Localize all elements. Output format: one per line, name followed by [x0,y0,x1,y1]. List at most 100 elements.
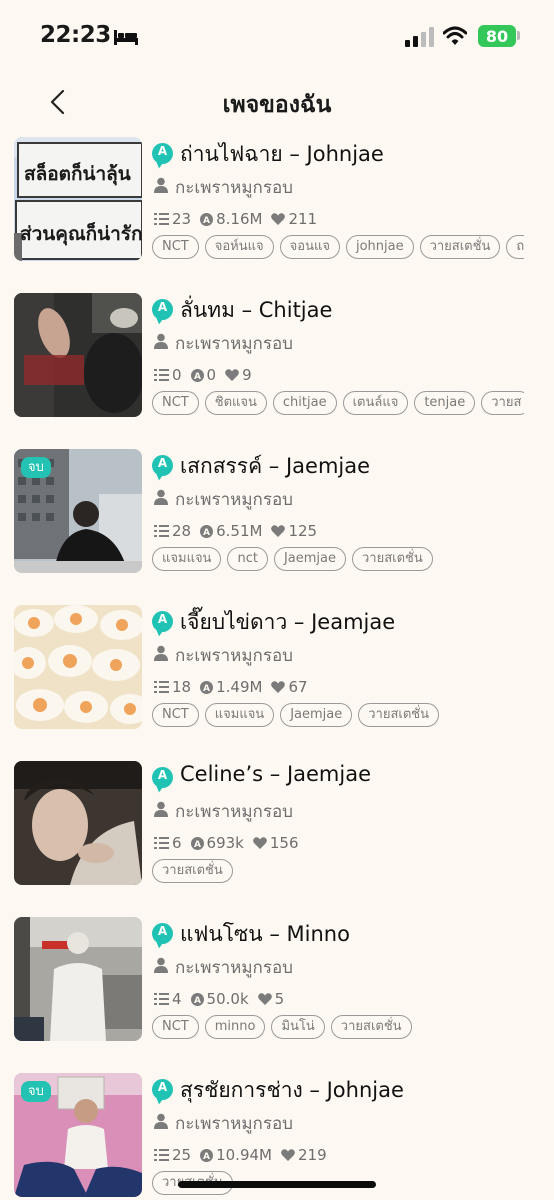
svg-text:A: A [194,840,201,850]
author-name[interactable]: กะเพราหมูกรอบ [175,174,293,201]
person-icon [154,177,168,193]
svg-text:A: A [203,528,210,538]
battery-icon: 80 [478,25,516,47]
story-stats: 25 A 10.94M 219 [154,1145,336,1165]
tag-chip[interactable]: มินโน่ [271,1015,325,1039]
tag-chip[interactable]: chitjae [272,391,337,415]
tag-list: NCT ชิตแจน chitjae เตนล์แจ tenjae วายส [152,391,524,417]
tag-chip[interactable]: ถ [506,235,524,259]
story-title: เสกสรรค์ – Jaemjae [180,454,371,478]
story-title: Celine’s – Jaemjae [180,762,372,786]
like-count: 67 [288,678,308,696]
author-name[interactable]: กะเพราหมูกรอบ [175,486,293,513]
tag-chip[interactable]: วายสเตชั่น [351,547,433,571]
view-count: 10.94M [216,1146,272,1164]
heart-icon [252,837,267,849]
a-badge-icon: A [152,143,173,164]
tag-chip[interactable]: วายสเตชั่น [152,859,233,883]
author-name[interactable]: กะเพราหมูกรอบ [175,798,293,825]
a-badge-icon: A [152,1079,173,1100]
view-count: 6.51M [216,522,263,540]
list-icon [154,837,169,849]
person-icon [154,1113,168,1129]
tag-list: วายสเตชั่น [152,859,524,885]
view-count: 0 [206,366,217,384]
author-name[interactable]: กะเพราหมูกรอบ [175,1110,293,1137]
svg-text:A: A [203,1152,210,1162]
cover-image [14,761,142,885]
tag-chip[interactable]: NCT [152,703,199,727]
tag-list: แจมแจน nct Jaemjae วายสเตชั่น [152,547,524,573]
tag-chip[interactable]: tenjae [414,391,476,415]
story-item[interactable]: สล็อตก็น่าลุ้น ส่วนคุณก็น่ารัก A ถ่านไฟฉ… [0,137,554,267]
author-name[interactable]: กะเพราหมูกรอบ [175,642,293,669]
tag-chip[interactable]: จอนแจ [279,235,340,259]
svg-text:A: A [194,372,201,382]
tag-chip[interactable]: เตนล์แจ [342,391,409,415]
cover-image: จบ [14,449,142,573]
story-stats: 28 A 6.51M 125 [154,521,326,541]
story-stats: 18 A 1.49M 67 [154,677,317,697]
tag-chip[interactable]: Jaemjae [273,547,346,571]
a-circle-icon: A [190,992,204,1006]
list-icon [154,993,169,1005]
heart-icon [271,525,286,537]
tag-chip[interactable]: วายสเตชั่น [358,703,439,727]
story-item[interactable]: A ลั่นทม – Chitjae กะเพราหมูกรอบ 0 A 0 9… [0,293,554,423]
tag-chip[interactable]: NCT [152,391,199,415]
cover-text-line-2: ส่วนคุณก็น่ารัก [20,221,142,246]
tag-chip[interactable]: johnjae [345,235,414,259]
tag-chip[interactable]: แจมแจน [152,547,222,571]
list-icon [154,213,169,225]
wifi-icon [443,26,467,45]
cover-text-line-1: สล็อตก็น่าลุ้น [24,161,131,186]
tag-chip[interactable]: minno [204,1015,266,1039]
tag-chip[interactable]: nct [227,547,268,571]
a-badge-icon: A [152,611,173,632]
person-icon [154,957,168,973]
story-stats: 0 A 0 9 [154,365,261,385]
tag-list: NCT แจมแจน Jaemjae วายสเตชั่น [152,703,524,729]
battery-cap [517,31,520,40]
heart-icon [257,993,272,1005]
status-bar: 22:23 80 [0,0,554,70]
tag-chip[interactable]: NCT [152,235,199,259]
home-indicator[interactable] [178,1181,376,1188]
tag-chip[interactable]: NCT [152,1015,199,1039]
like-count: 219 [297,1146,327,1164]
heart-icon [225,369,239,381]
story-title: เจี๊ยบไข่ดาว – Jeamjae [180,610,396,634]
story-item[interactable]: A แฟนโซน – Minno กะเพราหมูกรอบ 4 A 50.0k… [0,917,554,1047]
author-name[interactable]: กะเพราหมูกรอบ [175,954,293,981]
a-circle-icon: A [200,212,214,226]
story-item[interactable]: A เจี๊ยบไข่ดาว – Jeamjae กะเพราหมูกรอบ 1… [0,605,554,735]
person-icon [154,801,168,817]
cover-image [14,605,142,729]
heart-icon [281,1149,295,1161]
cover-image: จบ [14,1073,142,1197]
status-time: 22:23 [40,22,111,48]
tag-chip[interactable]: จอห์นแจ [204,235,274,259]
person-icon [154,645,168,661]
person-icon [154,489,168,505]
a-circle-icon: A [200,524,214,538]
like-count: 5 [274,990,285,1008]
list-icon [154,369,169,381]
author-name[interactable]: กะเพราหมูกรอบ [175,330,293,357]
tag-chip[interactable]: วายสเตชั่น [419,235,501,259]
svg-text:A: A [203,216,210,226]
story-item[interactable]: A Celine’s – Jaemjae กะเพราหมูกรอบ 6 A 6… [0,761,554,891]
story-title: ถ่านไฟฉาย – Johnjae [180,142,384,166]
tag-chip[interactable]: วายส [481,391,524,415]
view-count: 1.49M [216,678,263,696]
tag-chip[interactable]: วายสเตชั่น [330,1015,412,1039]
story-item[interactable]: จบ A เสกสรรค์ – Jaemjae กะเพราหมูกรอบ 28… [0,449,554,579]
tag-chip[interactable]: Jaemjae [280,703,353,727]
a-circle-icon: A [190,368,204,382]
like-count: 211 [288,210,318,228]
a-badge-icon: A [152,767,173,788]
like-count: 9 [242,366,252,384]
a-circle-icon: A [190,836,204,850]
tag-chip[interactable]: แจมแจน [204,703,275,727]
tag-chip[interactable]: ชิตแจน [204,391,267,415]
